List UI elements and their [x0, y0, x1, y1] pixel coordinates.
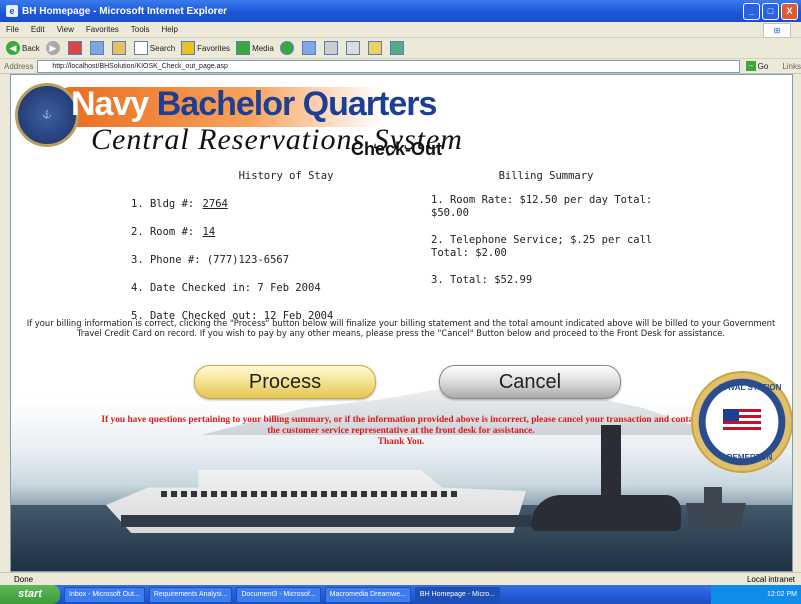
- forward-arrow-icon: ▶: [45, 41, 60, 55]
- search-icon: [133, 41, 148, 55]
- taskbar-item-bh-homepage[interactable]: BH Homepage - Micro...: [414, 586, 501, 603]
- history-room: 2. Room #: 14: [131, 226, 216, 238]
- media-icon: [236, 41, 251, 55]
- messenger-button[interactable]: [389, 41, 406, 55]
- taskbar-item-document3[interactable]: Document3 - Microsof...: [236, 586, 321, 603]
- us-flag-icon: [723, 409, 761, 433]
- refresh-icon: [89, 41, 104, 55]
- history-icon: [279, 41, 294, 55]
- billing-total: 3. Total: $52.99: [431, 274, 533, 286]
- minimize-button[interactable]: _: [743, 3, 760, 20]
- ferry-hull: [121, 515, 531, 527]
- folder-button[interactable]: [367, 41, 384, 55]
- edit-button[interactable]: [345, 41, 362, 55]
- print-icon: [323, 41, 338, 55]
- links-button[interactable]: Links: [782, 62, 801, 71]
- stop-icon: [67, 41, 82, 55]
- home-button[interactable]: [111, 41, 128, 55]
- back-button[interactable]: ◀ Back: [6, 41, 40, 55]
- menu-view[interactable]: View: [57, 25, 74, 34]
- star-icon: [181, 41, 196, 55]
- history-phone: 3. Phone #: (777)123-6567: [131, 254, 290, 266]
- folder-icon: [367, 41, 382, 55]
- system-tray: 12:02 PM: [711, 585, 801, 604]
- search-button[interactable]: Search: [133, 41, 175, 55]
- navy-emblem-icon: ⚓: [15, 83, 79, 147]
- messenger-icon: [389, 41, 404, 55]
- banner-title: Navy Bachelor Quarters: [71, 85, 437, 123]
- bldg-value: 2764: [202, 198, 228, 210]
- window-title: BH Homepage - Microsoft Internet Explore…: [22, 5, 228, 17]
- home-icon: [111, 41, 126, 55]
- go-arrow-icon: →: [745, 61, 756, 71]
- naval-station-seal-icon: NAVAL STATION BREMERTON: [691, 371, 792, 473]
- window-titlebar: e BH Homepage - Microsoft Internet Explo…: [0, 0, 801, 22]
- billing-room-rate: 1. Room Rate: $12.50 per day Total: $50.…: [431, 194, 653, 219]
- menu-favorites[interactable]: Favorites: [86, 25, 119, 34]
- stop-button[interactable]: [67, 41, 84, 55]
- address-input[interactable]: http://localhost/BHSolution/KIOSK_Check_…: [37, 59, 740, 73]
- status-text: Done: [14, 574, 34, 584]
- page-title: Check-Out: [351, 139, 443, 159]
- billing-telephone: 2. Telephone Service; $.25 per call Tota…: [431, 234, 653, 259]
- ferry-windows: [161, 491, 461, 497]
- menu-file[interactable]: File: [6, 25, 19, 34]
- go-button[interactable]: → Go: [745, 61, 768, 71]
- submarine-image: [531, 495, 681, 531]
- menu-edit[interactable]: Edit: [31, 25, 45, 34]
- room-value: 14: [202, 226, 216, 238]
- menu-tools[interactable]: Tools: [131, 25, 150, 34]
- print-button[interactable]: [323, 41, 340, 55]
- page-content: ⚓ Navy Bachelor Quarters Central Reserva…: [10, 74, 793, 572]
- billing-notice: If your billing information is correct, …: [26, 318, 776, 338]
- media-button[interactable]: Media: [236, 41, 274, 55]
- ie-icon: e: [6, 5, 18, 17]
- mail-icon: [301, 41, 316, 55]
- menu-bar: File Edit View Favorites Tools Help ⊞: [0, 22, 801, 38]
- status-bar: Done Local intranet: [0, 572, 801, 585]
- window-controls: _ □ X: [743, 3, 798, 20]
- history-checkin: 4. Date Checked in: 7 Feb 2004: [131, 282, 321, 294]
- billing-heading: Billing Summary: [498, 170, 594, 182]
- back-arrow-icon: ◀: [6, 41, 20, 55]
- history-section: History of Stay 1. Bldg #: 2764 2. Room …: [131, 170, 401, 338]
- windows-logo-icon: ⊞: [763, 23, 791, 38]
- menu-help[interactable]: Help: [161, 25, 177, 34]
- close-button[interactable]: X: [781, 3, 798, 20]
- cancel-button[interactable]: Cancel: [439, 365, 621, 399]
- history-bldg: 1. Bldg #: 2764: [131, 198, 228, 210]
- clock: 12:02 PM: [767, 591, 797, 598]
- taskbar-item-outlook[interactable]: Inbox - Microsoft Out...: [64, 586, 145, 603]
- taskbar-item-requirements[interactable]: Requirements Analysi...: [148, 586, 233, 603]
- favorites-button[interactable]: Favorites: [181, 41, 230, 55]
- security-zone: Local intranet: [746, 574, 795, 584]
- mail-button[interactable]: [301, 41, 318, 55]
- address-bar: Address http://localhost/BHSolution/KIOS…: [0, 59, 801, 74]
- warning-message: If you have questions pertaining to your…: [101, 415, 701, 447]
- refresh-button[interactable]: [89, 41, 106, 55]
- browser-toolbar: ◀ Back ▶ Search Favorites Media: [0, 38, 801, 59]
- page-banner: ⚓ Navy Bachelor Quarters Central Reserva…: [11, 75, 792, 159]
- billing-section: Billing Summary 1. Room Rate: $12.50 per…: [431, 170, 691, 301]
- address-label: Address: [4, 61, 34, 71]
- maximize-button[interactable]: □: [762, 3, 779, 20]
- taskbar: start Inbox - Microsoft Out... Requireme…: [0, 585, 801, 604]
- history-button[interactable]: [279, 41, 296, 55]
- edit-icon: [345, 41, 360, 55]
- forward-button[interactable]: ▶: [45, 41, 62, 55]
- taskbar-item-dreamweaver[interactable]: Macromedia Dreamwe...: [324, 586, 411, 603]
- history-heading: History of Stay: [238, 170, 334, 182]
- start-button[interactable]: start: [0, 585, 60, 604]
- process-button[interactable]: Process: [194, 365, 376, 399]
